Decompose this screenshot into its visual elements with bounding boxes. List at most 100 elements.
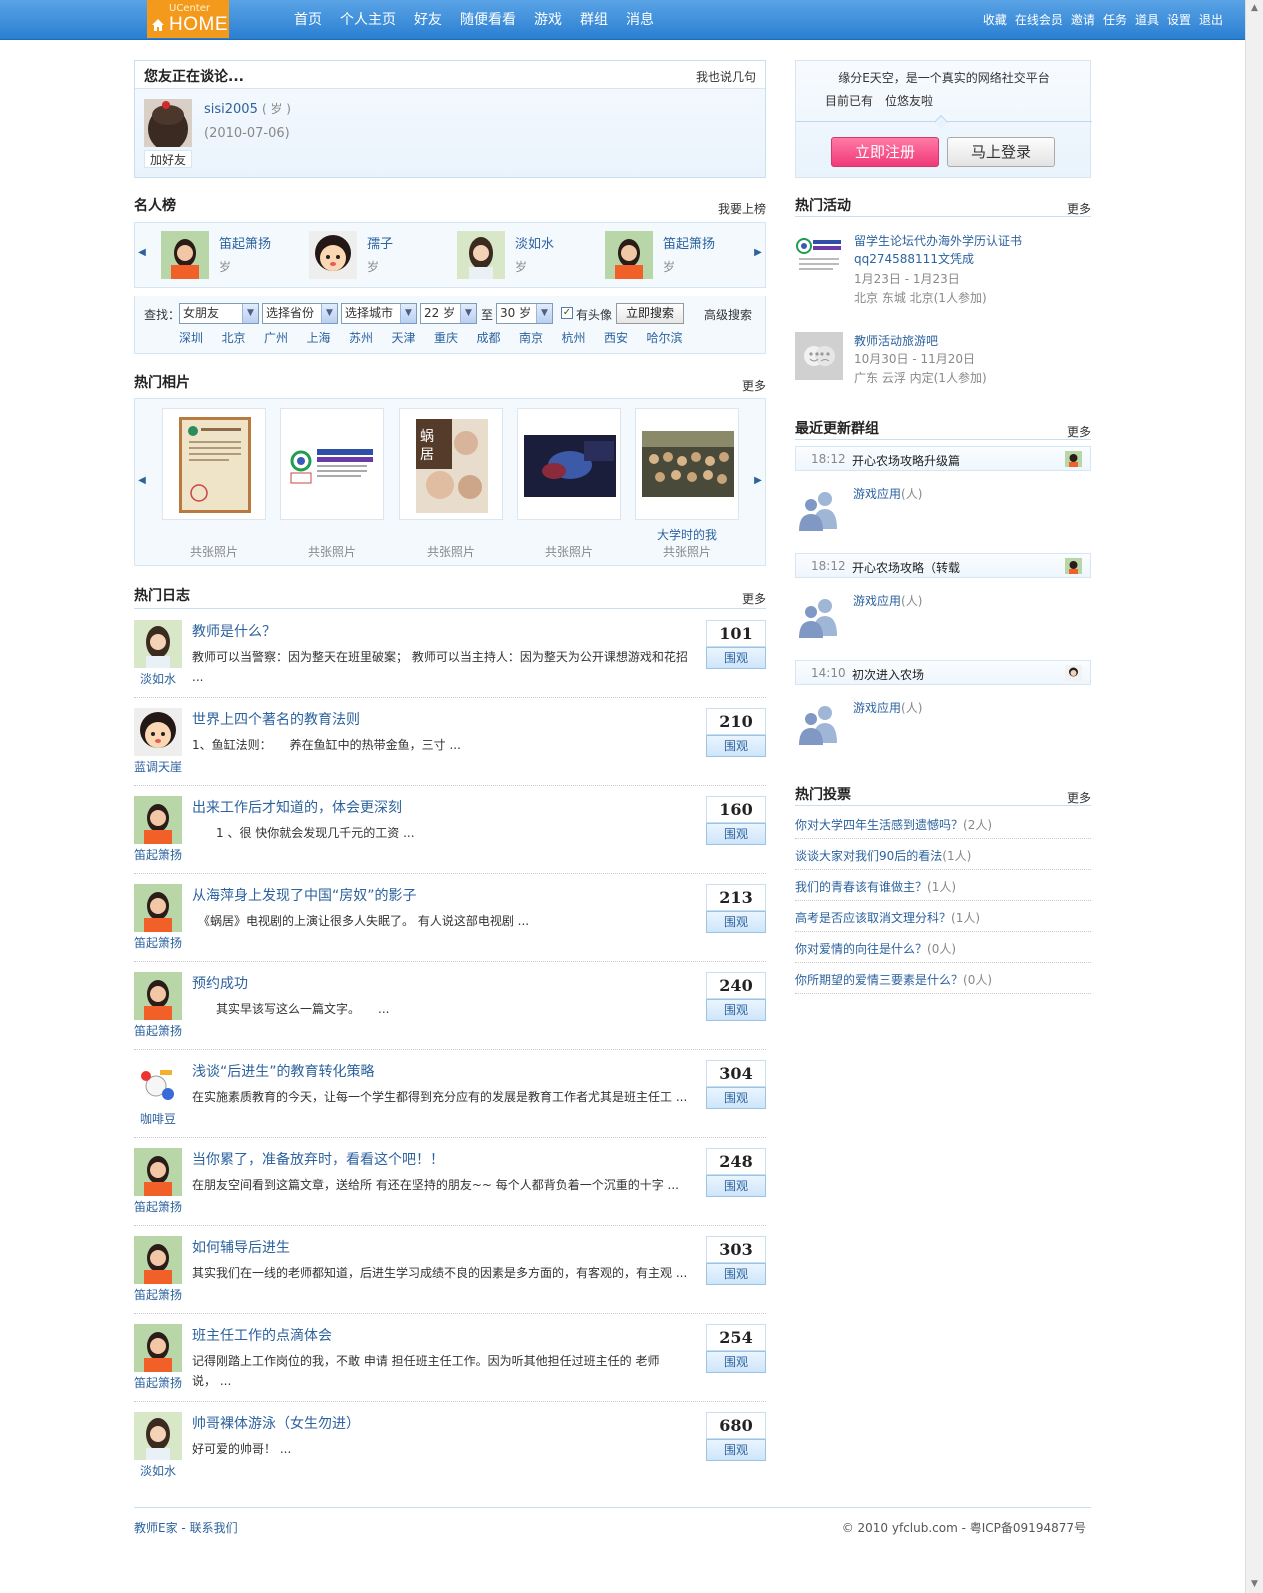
author-avatar[interactable] [134, 1060, 182, 1108]
view-button[interactable]: 围观 [706, 911, 766, 933]
photo-thumbnail[interactable] [635, 408, 739, 520]
nav-invite[interactable]: 邀请 [1067, 0, 1099, 40]
poll-link[interactable]: 高考是否应该取消文理分科？(1人) [795, 909, 980, 926]
blog-author[interactable]: 淡如水 [126, 670, 190, 687]
city-link[interactable]: 深圳 [179, 329, 222, 346]
hot-photos-more-link[interactable]: 更多 [742, 377, 766, 394]
age-from-select[interactable]: 22 岁 ▼ [420, 303, 477, 324]
talk-username-text[interactable]: sisi2005 [204, 102, 258, 117]
star-avatar[interactable] [457, 231, 505, 279]
city-link[interactable]: 苏州 [349, 329, 392, 346]
star-item[interactable]: 笛起箫扬 岁 [593, 231, 733, 281]
view-button[interactable]: 围观 [706, 1175, 766, 1197]
blog-title[interactable]: 当你累了，准备放弃时，看看这个吧！！ [192, 1149, 444, 1169]
poll-link[interactable]: 你所期望的爱情三要素是什么？(0人) [795, 971, 992, 988]
view-button[interactable]: 围观 [706, 647, 766, 669]
city-link[interactable]: 南京 [519, 329, 562, 346]
carousel-prev-icon[interactable]: ◀ [137, 475, 147, 486]
user-avatar[interactable] [144, 99, 192, 147]
city-link[interactable]: 杭州 [562, 329, 605, 346]
view-button[interactable]: 围观 [706, 735, 766, 757]
carousel-next-icon[interactable]: ▶ [753, 475, 763, 486]
group-app-label[interactable]: 游戏应用 [853, 701, 901, 715]
blog-title[interactable]: 如何辅导后进生 [192, 1237, 290, 1257]
view-button[interactable]: 围观 [706, 1351, 766, 1373]
blog-author[interactable]: 笛起箫扬 [126, 846, 190, 863]
author-avatar[interactable] [134, 1236, 182, 1284]
view-button[interactable]: 围观 [706, 999, 766, 1021]
star-avatar[interactable] [309, 231, 357, 279]
poll-question[interactable]: 高考是否应该取消文理分科？ [795, 911, 951, 925]
group-icon[interactable] [795, 592, 843, 640]
group-update-item[interactable]: 18:12 开心农场攻略升级篇 [795, 446, 1091, 471]
join-ranking-link[interactable]: 我要上榜 [718, 200, 766, 217]
login-button[interactable]: 马上登录 [947, 137, 1055, 167]
event-title[interactable]: 留学生论坛代办海外学历认证书qq274588111文凭成 [854, 232, 1090, 268]
hot-polls-more-link[interactable]: 更多 [1067, 789, 1091, 806]
star-avatar[interactable] [605, 231, 653, 279]
view-button[interactable]: 围观 [706, 823, 766, 845]
star-item[interactable]: 孺子 岁 [297, 231, 437, 281]
blog-title[interactable]: 帅哥裸体游泳（女生勿进） [192, 1413, 360, 1433]
poster-avatar[interactable] [1065, 451, 1082, 467]
nav-logout[interactable]: 退出 [1195, 0, 1227, 40]
carousel-next-icon[interactable]: ▶ [753, 247, 763, 258]
city-link[interactable]: 天津 [392, 329, 435, 346]
nav-settings[interactable]: 设置 [1163, 0, 1195, 40]
photo-thumbnail[interactable] [517, 408, 621, 520]
blog-author[interactable]: 咖啡豆 [126, 1110, 190, 1127]
group-update-title[interactable]: 开心农场攻略升级篇 [852, 452, 960, 469]
blog-author[interactable]: 蓝调天崖 [126, 758, 190, 775]
poll-link[interactable]: 我们的青春该有谁做主？(1人) [795, 878, 956, 895]
city-link[interactable]: 上海 [307, 329, 350, 346]
group-update-item[interactable]: 14:10 初次进入农场 [795, 660, 1091, 685]
group-icon[interactable] [795, 485, 843, 533]
city-link[interactable]: 成都 [477, 329, 520, 346]
blog-title[interactable]: 教师是什么？ [192, 621, 276, 641]
group-update-title[interactable]: 开心农场攻略（转载 [852, 559, 960, 576]
poll-link[interactable]: 谈谈大家对我们90后的看法(1人) [795, 847, 971, 864]
event-title[interactable]: 教师活动旅游吧 [854, 332, 1090, 350]
blog-title[interactable]: 预约成功 [192, 973, 248, 993]
author-avatar[interactable] [134, 796, 182, 844]
author-avatar[interactable] [134, 884, 182, 932]
author-avatar[interactable] [134, 620, 182, 668]
city-select[interactable]: 选择城市 ▼ [341, 303, 417, 324]
city-link[interactable]: 哈尔滨 [647, 329, 690, 346]
talk-username[interactable]: sisi2005 ( 岁 ) [204, 100, 291, 117]
city-link[interactable]: 西安 [604, 329, 647, 346]
register-button[interactable]: 立即注册 [831, 137, 939, 167]
poll-question[interactable]: 你所期望的爱情三要素是什么？ [795, 973, 963, 987]
blog-title[interactable]: 出来工作后才知道的，体会更深刻 [192, 797, 402, 817]
author-avatar[interactable] [134, 1148, 182, 1196]
blog-author[interactable]: 笛起箫扬 [126, 1198, 190, 1215]
author-avatar[interactable] [134, 1412, 182, 1460]
poll-question[interactable]: 谈谈大家对我们90后的看法 [795, 849, 942, 863]
blog-title[interactable]: 从海萍身上发现了中国“房奴”的影子 [192, 885, 417, 905]
nav-home[interactable]: 首页 [285, 0, 331, 40]
poll-question[interactable]: 你对大学四年生活感到遗憾吗？ [795, 818, 963, 832]
nav-groups[interactable]: 群组 [571, 0, 617, 40]
nav-tasks[interactable]: 任务 [1099, 0, 1131, 40]
poll-link[interactable]: 你对大学四年生活感到遗憾吗？(2人) [795, 816, 992, 833]
author-avatar[interactable] [134, 972, 182, 1020]
author-avatar[interactable] [134, 708, 182, 756]
group-update-item[interactable]: 18:12 开心农场攻略（转载 [795, 553, 1091, 578]
certificate-photo[interactable] [169, 415, 261, 515]
view-button[interactable]: 围观 [706, 1087, 766, 1109]
has-avatar-checkbox[interactable]: ✓ [561, 307, 573, 319]
star-name[interactable]: 淡如水 [515, 233, 554, 252]
group-app-name[interactable]: 游戏应用(人) [853, 485, 922, 502]
blog-title[interactable]: 世界上四个著名的教育法则 [192, 709, 360, 729]
poll-question[interactable]: 你对爱情的向往是什么？ [795, 942, 927, 956]
gender-select[interactable]: 女朋友 ▼ [179, 303, 259, 324]
city-link[interactable]: 广州 [264, 329, 307, 346]
province-select[interactable]: 选择省份 ▼ [262, 303, 338, 324]
city-link[interactable]: 北京 [222, 329, 265, 346]
event-image[interactable] [795, 232, 843, 280]
star-avatar[interactable] [161, 231, 209, 279]
blog-author[interactable]: 笛起箫扬 [126, 1374, 190, 1391]
nav-profile[interactable]: 个人主页 [331, 0, 405, 40]
search-now-button[interactable]: 立即搜索 [616, 303, 684, 324]
tv-poster-photo[interactable]: 蜗居 [406, 415, 498, 515]
